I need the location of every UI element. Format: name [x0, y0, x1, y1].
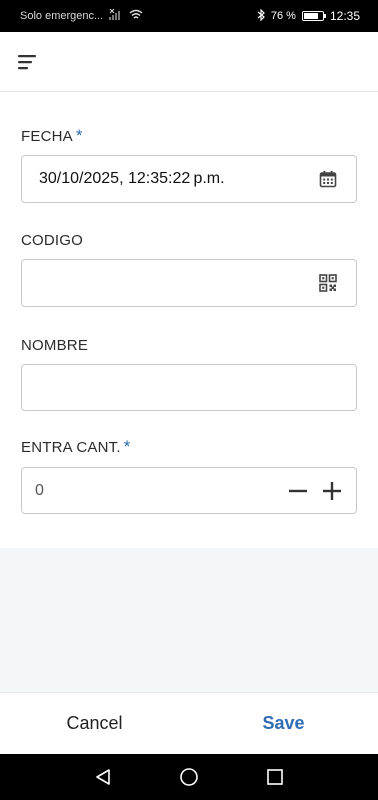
required-marker: *	[75, 126, 83, 145]
signal-icon	[109, 8, 123, 23]
wifi-icon	[129, 9, 143, 23]
save-button[interactable]: Save	[189, 693, 378, 754]
status-right: 76 % 12:35	[257, 8, 360, 24]
battery-percent: 76 %	[270, 10, 296, 22]
bluetooth-icon	[257, 8, 265, 24]
entra-cant-value: 0	[35, 481, 44, 499]
codigo-label: CODIGO	[21, 232, 84, 249]
status-bar: Solo emergenc... 76 % 12:35	[0, 0, 378, 32]
back-icon[interactable]	[89, 763, 117, 791]
nombre-label: NOMBRE	[21, 337, 89, 354]
calendar-icon[interactable]	[316, 167, 340, 191]
qr-code-icon[interactable]	[316, 271, 340, 295]
battery-icon	[301, 11, 326, 21]
menu-icon[interactable]	[16, 50, 40, 74]
fecha-value: 30/10/2025, 12:35:22 p.m.	[39, 170, 225, 187]
entra-cant-label-text: ENTRA CANT.	[21, 439, 121, 456]
required-marker: *	[123, 437, 131, 456]
form-panel: FECHA* 30/10/2025, 12:35:22 p.m. CODIGO	[0, 92, 378, 548]
status-left: Solo emergenc...	[20, 8, 143, 23]
app-header	[0, 32, 378, 92]
action-bar: Cancel Save	[0, 692, 378, 754]
fecha-label-text: FECHA	[21, 128, 73, 145]
minus-icon[interactable]	[286, 479, 310, 503]
entra-cant-label: ENTRA CANT. *	[21, 437, 131, 457]
status-time: 12:35	[329, 9, 360, 23]
plus-icon[interactable]	[320, 479, 344, 503]
codigo-field[interactable]	[21, 259, 357, 307]
battery-level	[303, 13, 318, 19]
nombre-field[interactable]	[21, 364, 357, 411]
carrier-text: Solo emergenc...	[20, 10, 104, 22]
navigation-bar	[0, 754, 378, 800]
fecha-field[interactable]: 30/10/2025, 12:35:22 p.m.	[21, 155, 357, 203]
home-icon[interactable]	[175, 763, 203, 791]
entra-cant-stepper[interactable]: 0	[21, 467, 357, 514]
cancel-button[interactable]: Cancel	[0, 693, 189, 754]
fecha-label: FECHA *	[21, 126, 83, 146]
recents-icon[interactable]	[261, 763, 289, 791]
